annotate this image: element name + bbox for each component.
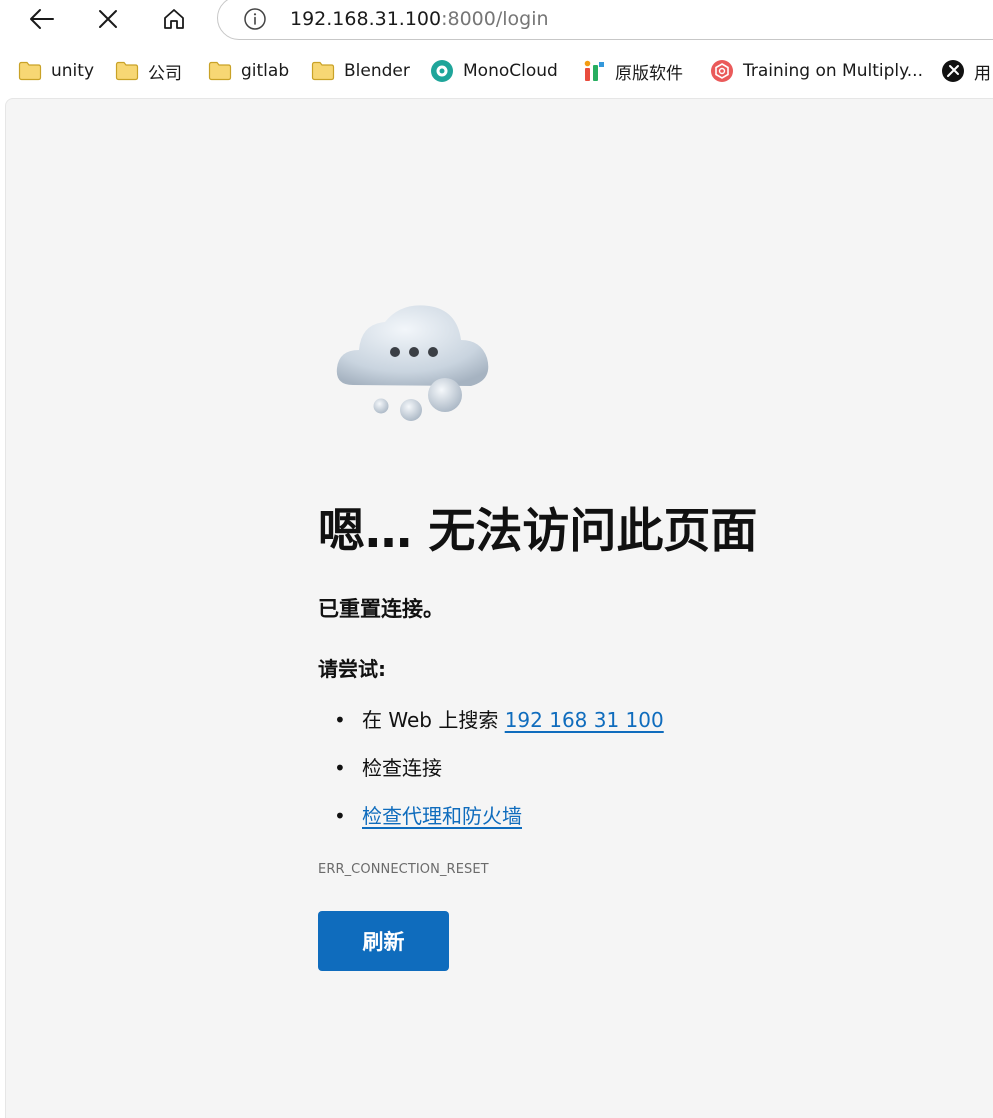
error-page [5,98,993,1118]
error-code: ERR_CONNECTION_RESET [318,862,489,877]
bookmark-folder-company[interactable]: 公司 [115,52,182,90]
bookmark-folder-gitlab[interactable]: gitlab [208,52,289,90]
arrow-left-icon [30,9,54,29]
bookmark-label: MonoCloud [463,61,558,81]
bookmark-label: Blender [344,61,410,81]
suggestion-text: 在 Web 上搜索 192 168 31 100 [362,700,664,740]
bookmark-label: 用 [974,63,991,84]
bookmark-label: 原版软件 [615,63,683,84]
error-subheading: 已重置连接。 [318,597,444,621]
home-icon [164,9,184,29]
suggestion-prefix: 在 Web 上搜索 [362,708,505,732]
stop-button[interactable] [86,0,130,38]
refresh-button[interactable]: 刷新 [318,911,449,971]
favorites-bar: unity 公司 gitlab Blender MonoCloud 原版软件 T… [0,52,993,90]
browser-toolbar: 192.168.31.100:8000/login [0,0,993,40]
suggestion-text: 检查代理和防火墙 [362,796,522,836]
bookmark-monocloud[interactable]: MonoCloud [430,52,558,90]
bullet: • [334,756,346,780]
openai-icon [711,60,733,82]
bookmark-label: gitlab [241,61,290,81]
folder-icon [208,61,232,81]
check-proxy-firewall-link[interactable]: 检查代理和防火墙 [362,804,522,828]
error-heading: 嗯… 无法访问此页面 [318,504,758,559]
folder-icon [115,61,139,81]
bookmark-label: Training on Multiply... [743,61,923,81]
bookmark-folder-blender[interactable]: Blender [311,52,410,90]
back-button[interactable] [20,0,64,38]
suggestion-text: 检查连接 [362,756,442,780]
bookmark-label: 公司 [148,63,182,84]
home-button[interactable] [152,0,196,38]
bullet: • [334,708,346,732]
url-path: :8000/login [441,8,549,30]
folder-icon [311,61,335,81]
monocloud-icon [431,60,453,82]
bookmark-folder-unity[interactable]: unity [18,52,94,90]
bookmark-itellyou[interactable]: 原版软件 [582,52,683,90]
info-icon[interactable] [243,7,267,31]
bookmark-site[interactable]: 用 [941,52,991,90]
close-icon [99,10,117,28]
folder-icon [18,61,42,81]
search-web-link[interactable]: 192 168 31 100 [505,708,664,732]
address-bar[interactable]: 192.168.31.100:8000/login [217,0,993,40]
cloud-icon [336,305,489,421]
bookmark-label: unity [51,61,94,81]
url-text[interactable]: 192.168.31.100:8000/login [290,9,549,29]
bullet: • [334,804,346,828]
bookmark-training[interactable]: Training on Multiply... [710,52,923,90]
try-label: 请尝试: [318,657,386,681]
site-icon [942,60,964,82]
url-host: 192.168.31.100 [290,8,442,30]
itellyou-icon [584,60,604,81]
